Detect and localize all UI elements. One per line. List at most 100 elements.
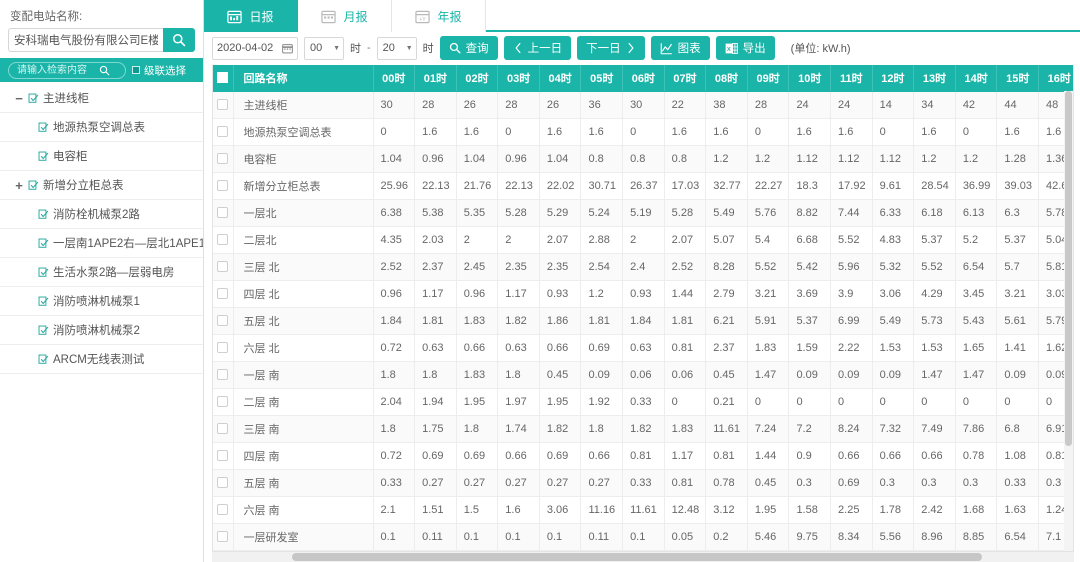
column-header-name[interactable]: 回路名称 <box>233 65 373 91</box>
row-select-cell[interactable] <box>213 334 233 361</box>
column-header-hour-15[interactable]: 15时 <box>997 65 1039 91</box>
tree-node-5[interactable]: 一层南1APE2右—层北1APE1左 <box>0 229 203 258</box>
vertical-scrollbar[interactable] <box>1064 91 1073 551</box>
table-row[interactable]: 地源热泵空调总表01.61.601.61.601.61.601.61.601.6… <box>213 118 1073 145</box>
prev-day-button[interactable]: 上一日 <box>504 36 572 60</box>
row-checkbox[interactable] <box>217 315 228 326</box>
row-select-cell[interactable] <box>213 469 233 496</box>
tree-filter-input[interactable] <box>15 64 97 77</box>
row-checkbox[interactable] <box>217 450 228 461</box>
table-row[interactable]: 六层 北0.720.630.660.630.660.690.630.812.37… <box>213 334 1073 361</box>
column-header-hour-7[interactable]: 07时 <box>664 65 706 91</box>
tree-node-2[interactable]: 电容柜 <box>0 142 203 171</box>
tree-node-8[interactable]: 消防喷淋机械泵2 <box>0 316 203 345</box>
tree-node-3[interactable]: + 新增分立柜总表 <box>0 171 203 200</box>
select-all-checkbox[interactable] <box>217 72 228 83</box>
station-search-button[interactable] <box>163 28 195 52</box>
row-checkbox[interactable] <box>217 126 228 137</box>
row-select-cell[interactable] <box>213 415 233 442</box>
row-checkbox[interactable] <box>217 207 228 218</box>
row-checkbox[interactable] <box>217 369 228 380</box>
table-scroll-area[interactable]: 回路名称 00时01时02时03时04时05时06时07时08时09时10时11… <box>213 65 1073 551</box>
table-row[interactable]: 四层 南0.720.690.690.660.690.660.811.170.81… <box>213 442 1073 469</box>
column-header-hour-14[interactable]: 14时 <box>955 65 997 91</box>
column-header-hour-9[interactable]: 09时 <box>747 65 789 91</box>
cascade-select-toggle[interactable]: 级联选择 <box>132 63 186 78</box>
table-row[interactable]: 三层 北2.522.372.452.352.352.542.42.528.285… <box>213 253 1073 280</box>
table-row[interactable]: 三层 南1.81.751.81.741.821.81.821.8311.617.… <box>213 415 1073 442</box>
table-row[interactable]: 电容柜1.040.961.040.961.040.80.80.81.21.21.… <box>213 145 1073 172</box>
row-checkbox[interactable] <box>217 180 228 191</box>
tab-yearly-report[interactable]: +Y 年报 <box>392 0 486 32</box>
row-select-cell[interactable] <box>213 226 233 253</box>
tree-expander-icon[interactable]: − <box>12 91 26 106</box>
column-header-hour-4[interactable]: 04时 <box>539 65 581 91</box>
row-select-cell[interactable] <box>213 307 233 334</box>
table-row[interactable]: 二层北4.352.03222.072.8822.075.075.46.685.5… <box>213 226 1073 253</box>
column-header-hour-1[interactable]: 01时 <box>415 65 457 91</box>
row-checkbox[interactable] <box>217 477 228 488</box>
column-header-hour-0[interactable]: 00时 <box>373 65 415 91</box>
row-checkbox[interactable] <box>217 531 228 542</box>
row-select-cell[interactable] <box>213 523 233 550</box>
station-input[interactable] <box>8 28 163 52</box>
horizontal-scrollbar[interactable] <box>212 551 1074 562</box>
hour-to-select[interactable]: 20 ▼ <box>377 37 417 60</box>
tree-node-6[interactable]: 生活水泵2路—层弱电房 <box>0 258 203 287</box>
table-row[interactable]: 五层 北1.841.811.831.821.861.811.841.816.21… <box>213 307 1073 334</box>
tab-daily-report[interactable]: 日报 <box>204 0 298 32</box>
row-checkbox[interactable] <box>217 396 228 407</box>
column-header-hour-8[interactable]: 08时 <box>706 65 748 91</box>
tree-expander-icon[interactable]: + <box>12 178 26 193</box>
column-header-hour-6[interactable]: 06时 <box>623 65 665 91</box>
query-button[interactable]: 查询 <box>440 36 498 60</box>
row-checkbox[interactable] <box>217 261 228 272</box>
table-row[interactable]: 新增分立柜总表25.9622.1321.7622.1322.0230.7126.… <box>213 172 1073 199</box>
column-header-hour-16[interactable]: 16时 <box>1039 65 1074 91</box>
table-row[interactable]: 一层 南1.81.81.831.80.450.090.060.060.451.4… <box>213 361 1073 388</box>
row-select-cell[interactable] <box>213 496 233 523</box>
table-row[interactable]: 四层 北0.961.170.961.170.931.20.931.442.793… <box>213 280 1073 307</box>
table-row[interactable]: 五层 南0.330.270.270.270.270.270.330.810.78… <box>213 469 1073 496</box>
vertical-scrollbar-thumb[interactable] <box>1065 91 1072 446</box>
tree-node-1[interactable]: 地源热泵空调总表 <box>0 113 203 142</box>
row-checkbox[interactable] <box>217 423 228 434</box>
row-checkbox[interactable] <box>217 342 228 353</box>
row-checkbox[interactable] <box>217 234 228 245</box>
row-select-cell[interactable] <box>213 145 233 172</box>
row-select-cell[interactable] <box>213 199 233 226</box>
row-checkbox[interactable] <box>217 504 228 515</box>
tree-filter-pill[interactable] <box>8 62 126 79</box>
column-header-hour-12[interactable]: 12时 <box>872 65 914 91</box>
row-select-cell[interactable] <box>213 172 233 199</box>
date-picker[interactable]: 2020-04-02 <box>212 37 298 60</box>
calendar-icon[interactable] <box>282 43 293 54</box>
select-all-header[interactable] <box>213 65 233 91</box>
next-day-button[interactable]: 下一日 <box>577 36 645 60</box>
row-select-cell[interactable] <box>213 118 233 145</box>
table-row[interactable]: 一层北6.385.385.355.285.295.245.195.285.495… <box>213 199 1073 226</box>
column-header-hour-3[interactable]: 03时 <box>498 65 540 91</box>
hour-from-select[interactable]: 00 ▼ <box>304 37 344 60</box>
tree-node-7[interactable]: 消防喷淋机械泵1 <box>0 287 203 316</box>
table-row[interactable]: 主进线柜302826282636302238282424143442444844… <box>213 91 1073 118</box>
column-header-hour-10[interactable]: 10时 <box>789 65 831 91</box>
row-select-cell[interactable] <box>213 361 233 388</box>
row-checkbox[interactable] <box>217 153 228 164</box>
chart-button[interactable]: 图表 <box>651 36 710 60</box>
row-select-cell[interactable] <box>213 91 233 118</box>
tree-node-0[interactable]: − 主进线柜 <box>0 84 203 113</box>
tab-monthly-report[interactable]: 月报 <box>298 0 392 32</box>
row-checkbox[interactable] <box>217 99 228 110</box>
row-select-cell[interactable] <box>213 253 233 280</box>
tree-node-4[interactable]: 消防栓机械泵2路 <box>0 200 203 229</box>
table-row[interactable]: 六层 南2.11.511.51.63.0611.1611.6112.483.12… <box>213 496 1073 523</box>
table-row[interactable]: 二层 南2.041.941.951.971.951.920.3300.21000… <box>213 388 1073 415</box>
column-header-hour-2[interactable]: 02时 <box>456 65 498 91</box>
horizontal-scrollbar-thumb[interactable] <box>292 553 982 561</box>
column-header-hour-11[interactable]: 11时 <box>831 65 873 91</box>
table-row[interactable]: 一层研发室0.10.110.10.10.10.110.10.050.25.469… <box>213 523 1073 550</box>
tree-node-9[interactable]: ARCM无线表测试 <box>0 345 203 374</box>
row-select-cell[interactable] <box>213 280 233 307</box>
column-header-hour-5[interactable]: 05时 <box>581 65 623 91</box>
